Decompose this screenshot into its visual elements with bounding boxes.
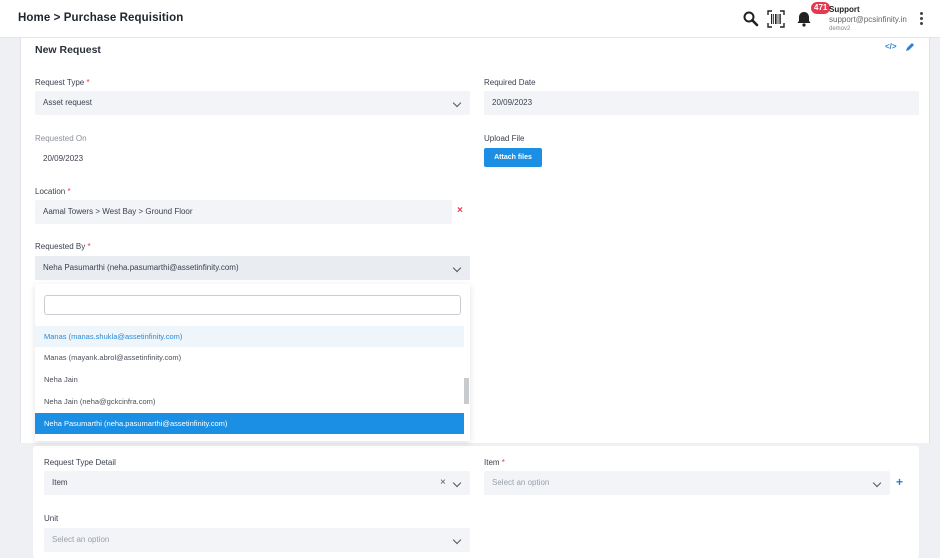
dropdown-scrollbar[interactable] — [464, 378, 469, 404]
required-date-value: 20/09/2023 — [492, 98, 533, 107]
upload-file-label: Upload File — [484, 134, 525, 143]
search-icon[interactable] — [742, 10, 760, 28]
location-value: Aamal Towers > West Bay > Ground Floor — [43, 207, 193, 216]
required-date-label: Required Date — [484, 78, 536, 87]
chevron-down-icon — [452, 478, 462, 488]
notification-badge: 471 — [811, 2, 831, 14]
request-type-label: Request Type * — [35, 78, 90, 87]
requested-on-value: 20/09/2023 — [35, 147, 235, 171]
clear-icon[interactable]: × — [440, 478, 446, 488]
location-label: Location * — [35, 187, 71, 196]
requested-by-label: Requested By * — [35, 242, 91, 251]
request-type-detail-label: Request Type Detail — [44, 458, 116, 467]
chevron-down-icon — [452, 263, 462, 273]
chevron-down-icon — [452, 535, 462, 545]
bell-icon[interactable] — [795, 10, 813, 28]
attach-files-button[interactable]: Attach files — [484, 148, 542, 167]
unit-placeholder: Select an option — [52, 535, 110, 544]
dropdown-option[interactable]: Manas (manas.shukla@assetinfinity.com) — [35, 326, 464, 347]
barcode-scan-icon[interactable] — [767, 10, 785, 28]
breadcrumb: Home > Purchase Requisition — [18, 12, 184, 24]
unit-select[interactable]: Select an option — [44, 528, 470, 552]
more-options-icon[interactable] — [919, 12, 925, 28]
item-label: Item * — [484, 458, 505, 467]
user-email: support@pcsinfinity.in — [829, 15, 907, 24]
clear-location-icon[interactable]: × — [457, 205, 463, 216]
add-item-icon[interactable]: + — [896, 475, 903, 489]
requested-by-value: Neha Pasumarthi (neha.pasumarthi@assetin… — [43, 263, 239, 272]
required-date-input[interactable]: 20/09/2023 — [484, 91, 919, 115]
item-select[interactable]: Select an option — [484, 471, 890, 495]
edit-icon[interactable] — [905, 42, 915, 52]
user-tenant: demov2 — [829, 26, 851, 32]
location-select[interactable]: Aamal Towers > West Bay > Ground Floor — [35, 200, 452, 224]
requested-by-dropdown: Manas (manas.shukla@assetinfinity.com) M… — [35, 284, 470, 441]
page-title: New Request — [35, 44, 101, 56]
dropdown-option-selected[interactable]: Neha Pasumarthi (neha.pasumarthi@assetin… — [35, 413, 464, 434]
dropdown-search-input[interactable] — [44, 295, 461, 315]
requested-by-select[interactable]: Neha Pasumarthi (neha.pasumarthi@assetin… — [35, 256, 470, 280]
unit-label: Unit — [44, 514, 59, 523]
item-placeholder: Select an option — [492, 478, 550, 487]
request-type-detail-value: Item — [52, 478, 68, 487]
user-name[interactable]: Support — [829, 5, 860, 14]
dropdown-option[interactable]: Neha Jain (neha@gckcinfra.com) — [35, 391, 464, 412]
chevron-down-icon — [452, 98, 462, 108]
top-bar: Home > Purchase Requisition 471 Support … — [0, 0, 940, 38]
request-type-detail-select[interactable]: Item × — [44, 471, 470, 495]
dropdown-option[interactable]: Manas (mayank.abrol@assetinfinity.com) — [35, 347, 464, 368]
code-icon[interactable]: </> — [885, 42, 897, 52]
request-type-value: Asset request — [43, 98, 92, 107]
dropdown-option[interactable]: Neha Jain — [35, 369, 464, 390]
requested-on-label: Requested On — [35, 134, 87, 143]
chevron-down-icon — [872, 478, 882, 488]
requested-on-text: 20/09/2023 — [43, 154, 84, 163]
request-type-select[interactable]: Asset request — [35, 91, 470, 115]
